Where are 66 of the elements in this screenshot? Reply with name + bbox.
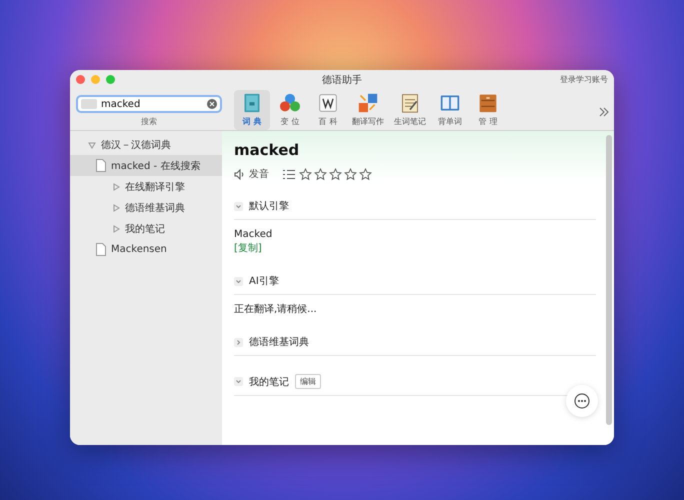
section-title: 我的笔记	[249, 376, 289, 388]
tree-item-label: 在线翻译引擎	[125, 180, 185, 194]
result-text: Macked	[234, 228, 274, 242]
toolbar-button[interactable]: 词 典	[234, 90, 270, 130]
scrollbar[interactable]	[606, 135, 612, 425]
search-input[interactable]: macked	[101, 98, 203, 110]
account-link[interactable]: 登录学习账号	[560, 74, 608, 84]
disclosure-triangle-icon[interactable]	[112, 182, 120, 190]
tree-item[interactable]: 在线翻译引擎	[70, 176, 222, 197]
disclosure-triangle-icon[interactable]	[112, 204, 120, 212]
star-icon[interactable]	[344, 168, 357, 180]
copy-link[interactable]: [复制]	[234, 243, 262, 254]
open-book-icon	[440, 93, 460, 113]
result-text: 正在翻译,请稍候...	[234, 303, 318, 317]
tree-item[interactable]: 德汉－汉德词典	[70, 134, 222, 155]
zoom-button[interactable]	[106, 74, 115, 84]
chevron-icon[interactable]	[234, 276, 243, 286]
tree-item-label: macked - 在线搜索	[111, 160, 200, 172]
document-icon	[96, 159, 106, 172]
chevron-icon[interactable]	[234, 338, 243, 346]
wiki-icon	[318, 93, 338, 113]
toolbar-button[interactable]: 管 理	[470, 90, 506, 130]
notepad-icon	[400, 93, 420, 113]
star-icon[interactable]	[359, 168, 372, 180]
toolbar-button[interactable]: 翻译写作	[348, 90, 388, 130]
toolbar-button[interactable]: 变 位	[272, 90, 308, 130]
tree-item-label: Mackensen	[111, 244, 167, 255]
tree-item[interactable]: macked - 在线搜索	[70, 155, 222, 176]
more-chevron-icon[interactable]	[598, 106, 610, 118]
tree-item[interactable]: 德语维基词典	[70, 197, 222, 218]
edit-button[interactable]: 编辑	[295, 374, 321, 389]
close-button[interactable]	[76, 74, 85, 84]
toolbar-button[interactable]: 背单词	[432, 90, 468, 130]
tree-item-label: 德汉－汉德词典	[101, 138, 171, 152]
toolbar-button[interactable]: 百 科	[310, 90, 346, 130]
clear-icon[interactable]	[207, 99, 217, 109]
book-icon	[242, 93, 262, 113]
more-icon	[574, 393, 590, 409]
section-title: AI引擎	[249, 274, 279, 288]
tree-item-label: 德语维基词典	[125, 202, 185, 214]
star-rating[interactable]	[299, 168, 372, 180]
section-title: 德语维基词典	[249, 336, 309, 349]
chevron-icon[interactable]	[234, 377, 243, 386]
cubes-icon	[280, 93, 300, 113]
more-button[interactable]	[566, 385, 598, 417]
search-field[interactable]: macked	[76, 95, 222, 113]
disclosure-triangle-icon[interactable]	[88, 140, 96, 148]
section-title: 默认引擎	[249, 200, 289, 213]
star-icon[interactable]	[314, 168, 327, 180]
speaker-icon[interactable]	[234, 168, 245, 180]
toolbar-button[interactable]: 生词笔记	[390, 90, 430, 130]
chevron-icon[interactable]	[234, 202, 243, 210]
star-icon[interactable]	[299, 168, 312, 180]
list-icon[interactable]	[283, 168, 295, 180]
disclosure-triangle-icon[interactable]	[112, 224, 120, 232]
headword: macked	[234, 141, 300, 159]
tree-item[interactable]: 我的笔记	[70, 218, 222, 239]
document-icon	[96, 243, 106, 256]
search-label: 搜索	[141, 116, 157, 127]
window-title: 德语助手	[322, 75, 362, 86]
star-icon[interactable]	[329, 168, 342, 180]
cabinet-icon	[478, 93, 498, 113]
tree-item-label: 我的笔记	[125, 222, 165, 236]
translate-icon	[358, 93, 378, 113]
tree-item[interactable]: Mackensen	[70, 239, 222, 260]
pronounce-label[interactable]: 发音	[249, 167, 269, 181]
